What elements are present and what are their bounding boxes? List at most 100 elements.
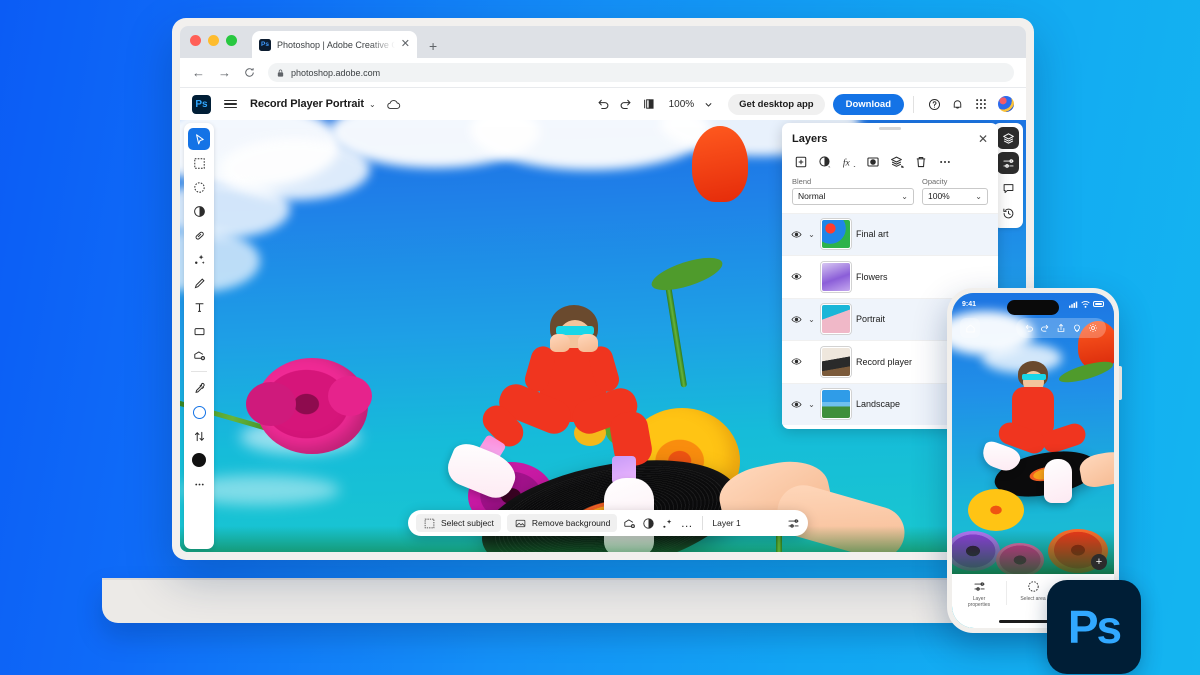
layer-visibility-icon[interactable]	[790, 271, 802, 282]
compare-icon[interactable]	[638, 93, 661, 116]
magenta-flower-petal	[328, 376, 372, 416]
layer-mask-icon[interactable]	[861, 151, 885, 173]
ellipse-color-tool[interactable]	[188, 401, 210, 423]
forward-icon[interactable]: →	[218, 66, 231, 79]
sliders-icon	[973, 580, 986, 593]
layers-panel-toggle[interactable]	[997, 127, 1019, 149]
more-tools[interactable]	[188, 473, 210, 495]
get-desktop-app-button[interactable]: Get desktop app	[728, 93, 825, 115]
chevron-down-icon[interactable]: ⌄	[807, 400, 816, 409]
more-options-icon[interactable]	[933, 151, 957, 173]
url-input[interactable]: photoshop.adobe.com	[268, 63, 1014, 82]
phone-tab-layer-properties[interactable]: Layer properties	[952, 580, 1006, 609]
magic-wand-icon[interactable]	[661, 517, 674, 530]
object-select-tool[interactable]	[188, 176, 210, 198]
phone-status-icons	[1069, 300, 1104, 308]
minimize-window-button[interactable]	[208, 35, 219, 46]
move-tool[interactable]	[188, 128, 210, 150]
lightbulb-icon[interactable]	[1072, 323, 1082, 333]
layer-visibility-icon[interactable]	[790, 356, 802, 367]
sliders-icon[interactable]	[787, 517, 800, 530]
spot-healing-tool[interactable]	[188, 224, 210, 246]
layer-visibility-icon[interactable]	[790, 229, 802, 240]
cloud-icon	[386, 99, 401, 110]
add-layer-icon[interactable]	[789, 151, 813, 173]
eyedropper-tool[interactable]	[188, 377, 210, 399]
layer-thumbnail[interactable]	[821, 219, 851, 250]
delete-layer-icon[interactable]	[909, 151, 933, 173]
opacity-select[interactable]: 100% ⌄	[922, 187, 988, 205]
home-icon[interactable]	[960, 318, 980, 338]
zoom-level: 100%	[668, 98, 695, 110]
layer-thumbnail[interactable]	[821, 346, 851, 377]
table-row[interactable]: ⌄ Final art	[782, 212, 998, 256]
help-icon[interactable]	[923, 93, 946, 116]
reload-icon[interactable]	[244, 67, 255, 78]
divider	[702, 516, 704, 530]
back-icon[interactable]: ←	[192, 66, 205, 79]
bell-icon[interactable]	[946, 93, 969, 116]
layer-visibility-icon[interactable]	[790, 399, 802, 410]
download-button[interactable]: Download	[832, 93, 904, 115]
hamburger-icon[interactable]	[224, 99, 237, 109]
blend-label: Blend	[792, 176, 812, 186]
more-icon[interactable]: …	[680, 516, 693, 530]
window-controls	[190, 35, 237, 46]
generative-fill-icon[interactable]	[623, 517, 636, 530]
layer-visibility-icon[interactable]	[790, 314, 802, 325]
canvas-area: Layers ✕ fx Blend Normal ⌄ Opacity 100% …	[180, 120, 1026, 552]
redo-icon[interactable]	[1040, 323, 1050, 333]
new-tab-icon[interactable]: +	[429, 39, 437, 53]
group-layers-icon[interactable]	[885, 151, 909, 173]
avatar[interactable]	[998, 96, 1014, 112]
undo-icon[interactable]	[1024, 323, 1034, 333]
settings-icon[interactable]	[1088, 323, 1098, 333]
comments-panel-toggle[interactable]	[997, 177, 1019, 199]
adjustment-icon[interactable]	[642, 517, 655, 530]
photoshop-badge: Ps	[1047, 580, 1141, 674]
document-title-chevron-down-icon[interactable]: ⌄	[369, 100, 376, 109]
chevron-down-icon[interactable]: ⌄	[807, 230, 816, 239]
hand	[550, 334, 570, 352]
maximize-window-button[interactable]	[226, 35, 237, 46]
select-subject-label: Select subject	[441, 518, 494, 528]
layer-effects-icon[interactable]: fx	[837, 151, 861, 173]
phone-side-button[interactable]	[1119, 366, 1122, 400]
foreground-color-swatch[interactable]	[188, 449, 210, 471]
close-window-button[interactable]	[190, 35, 201, 46]
blend-mode-select[interactable]: Normal ⌄	[792, 187, 914, 205]
app-grid-icon[interactable]	[969, 93, 992, 116]
magic-wand-tool[interactable]	[188, 248, 210, 270]
shape-tool[interactable]	[188, 320, 210, 342]
type-tool[interactable]	[188, 296, 210, 318]
transform-tool[interactable]	[188, 425, 210, 447]
photoshop-favicon: Ps	[259, 38, 271, 51]
select-subject-button[interactable]: Select subject	[416, 514, 501, 532]
rectangular-marquee-tool[interactable]	[188, 152, 210, 174]
opacity-label: Opacity	[922, 176, 948, 186]
layer-thumbnail[interactable]	[821, 389, 851, 420]
adjustment-layer-icon[interactable]	[813, 151, 837, 173]
close-icon[interactable]: ✕	[978, 133, 988, 145]
phone-tab-label: Select area	[1020, 596, 1046, 602]
adjustment-tool[interactable]	[188, 200, 210, 222]
chevron-down-icon[interactable]: ⌄	[807, 315, 816, 324]
generative-fill-tool[interactable]	[188, 344, 210, 366]
properties-panel-toggle[interactable]	[997, 152, 1019, 174]
undo-icon[interactable]	[592, 93, 615, 116]
battery-icon	[1093, 301, 1104, 307]
add-layer-button[interactable]: +	[1091, 554, 1107, 570]
browser-tab[interactable]: Ps Photoshop | Adobe Creative C ✕	[252, 31, 417, 58]
layer-thumbnail[interactable]	[821, 261, 851, 292]
version-history-toggle[interactable]	[997, 202, 1019, 224]
brush-tool[interactable]	[188, 272, 210, 294]
layer-name: Portrait	[856, 314, 886, 325]
layer-thumbnail[interactable]	[821, 304, 851, 335]
zoom-chevron-down-icon[interactable]	[697, 93, 720, 116]
photoshop-logo: Ps	[192, 94, 211, 114]
redo-icon[interactable]	[615, 93, 638, 116]
share-icon[interactable]	[1056, 323, 1066, 333]
tab-close-icon[interactable]: ✕	[401, 39, 410, 50]
remove-background-button[interactable]: Remove background	[506, 514, 618, 532]
blend-mode-value: Normal	[798, 191, 826, 202]
